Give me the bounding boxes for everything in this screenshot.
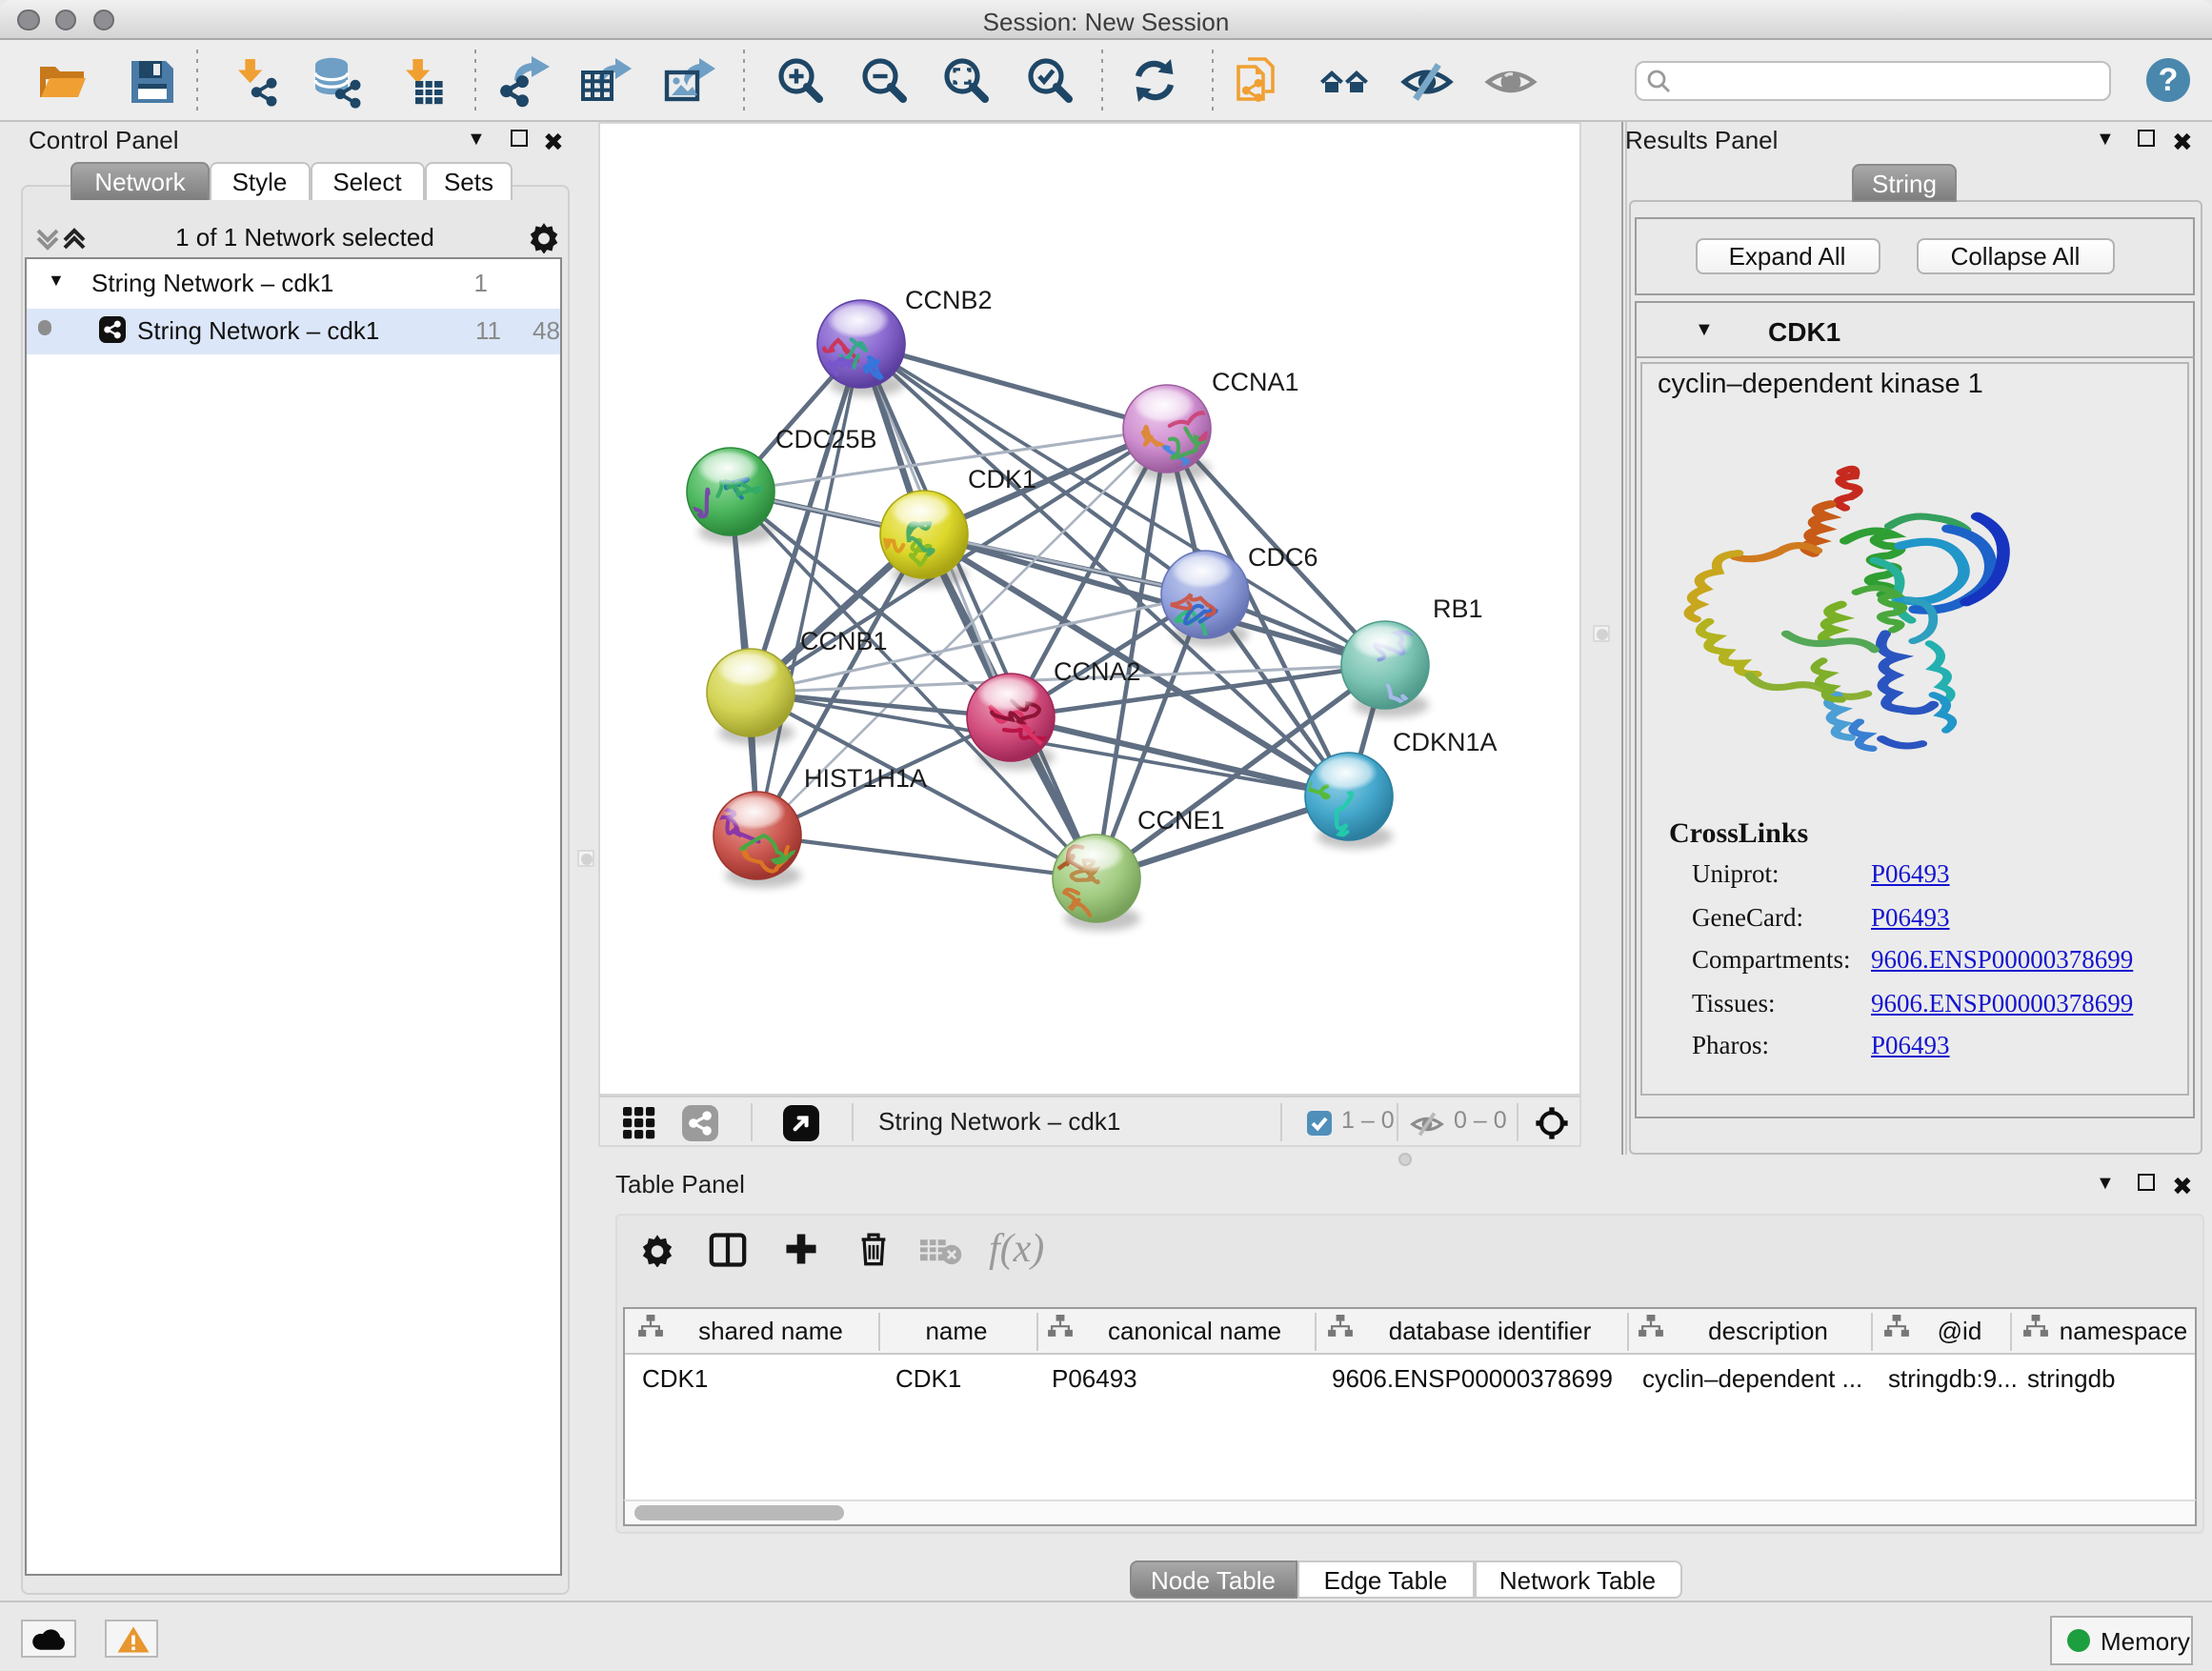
svg-text:CDK1: CDK1 <box>968 464 1036 493</box>
svg-text:CCNA1: CCNA1 <box>1212 367 1299 395</box>
svg-text:CCNE1: CCNE1 <box>1137 805 1225 834</box>
svg-text:HIST1H1A: HIST1H1A <box>804 763 927 792</box>
svg-text:?: ? <box>2158 62 2178 98</box>
svg-text:CCNA2: CCNA2 <box>1054 656 1141 685</box>
svg-text:CDC6: CDC6 <box>1248 542 1318 571</box>
svg-text:RB1: RB1 <box>1433 594 1483 622</box>
svg-text:CDC25B: CDC25B <box>775 424 877 453</box>
svg-text:CCNB2: CCNB2 <box>905 285 993 313</box>
svg-text:CDKN1A: CDKN1A <box>1393 727 1498 755</box>
svg-text:CCNB1: CCNB1 <box>800 626 888 654</box>
